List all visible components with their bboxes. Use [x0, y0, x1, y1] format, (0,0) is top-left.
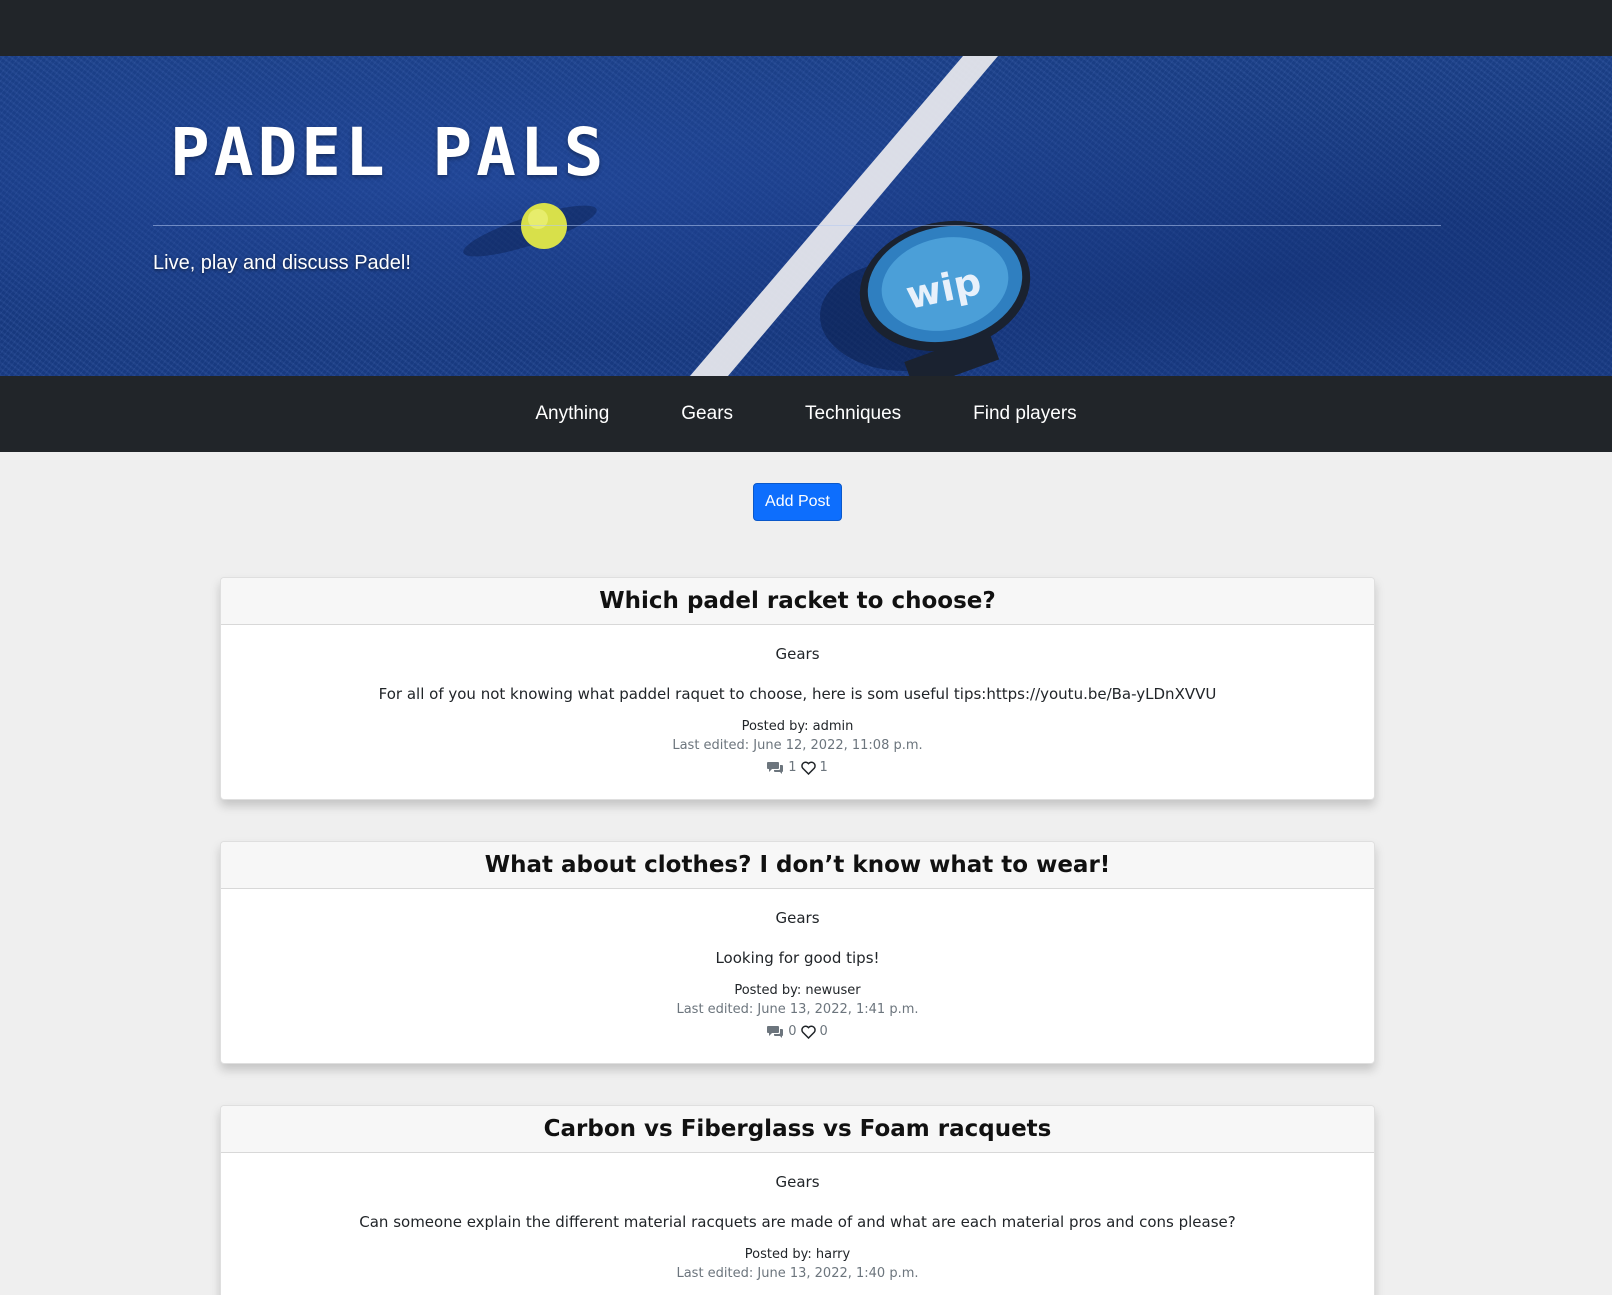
post-stats: 1 1	[221, 758, 1374, 778]
padel-court-image: wip	[463, 56, 1031, 376]
post-content: For all of you not knowing what paddel r…	[378, 685, 1217, 703]
like-count: 0	[819, 1024, 828, 1039]
post-body: Gears For all of you not knowing what pa…	[221, 625, 1374, 796]
nav-item-gears[interactable]: Gears	[681, 403, 733, 425]
category-nav: Anything Gears Techniques Find players	[0, 376, 1612, 452]
site-tagline: Live, play and discuss Padel!	[153, 252, 411, 274]
post-last-edited: Last edited: June 12, 2022, 11:08 p.m.	[672, 738, 923, 753]
post-title[interactable]: Which padel racket to choose?	[599, 588, 995, 614]
post-card[interactable]: Carbon vs Fiberglass vs Foam racquets Ge…	[220, 1105, 1375, 1295]
post-card[interactable]: What about clothes? I don’t know what to…	[220, 841, 1375, 1064]
post-category: Gears	[775, 645, 820, 663]
post-stats: 0 0	[221, 1022, 1374, 1042]
post-header: Carbon vs Fiberglass vs Foam racquets	[221, 1106, 1374, 1153]
hero-banner: wip PADEL PALS Live, play and discuss Pa…	[0, 56, 1612, 376]
nav-item-find-players[interactable]: Find players	[973, 403, 1077, 425]
hero-divider	[153, 225, 1441, 226]
comments-icon	[767, 1025, 784, 1039]
post-body: Gears Can someone explain the different …	[221, 1153, 1374, 1295]
post-header: What about clothes? I don’t know what to…	[221, 842, 1374, 889]
post-category: Gears	[775, 909, 820, 927]
post-header: Which padel racket to choose?	[221, 578, 1374, 625]
post-content: Can someone explain the different materi…	[359, 1213, 1236, 1231]
like-count: 1	[819, 760, 828, 775]
site-title: PADEL PALS	[170, 114, 608, 191]
heart-icon[interactable]	[800, 761, 816, 775]
post-title[interactable]: What about clothes? I don’t know what to…	[485, 852, 1111, 878]
post-title[interactable]: Carbon vs Fiberglass vs Foam racquets	[544, 1116, 1052, 1142]
nav-item-anything[interactable]: Anything	[535, 403, 609, 425]
post-author: Posted by: admin	[741, 719, 854, 734]
post-category: Gears	[775, 1173, 820, 1191]
comments-icon	[767, 761, 784, 775]
comment-count: 0	[788, 1024, 797, 1039]
comment-count: 1	[788, 760, 797, 775]
heart-icon[interactable]	[800, 1025, 816, 1039]
post-last-edited: Last edited: June 13, 2022, 1:41 p.m.	[676, 1002, 919, 1017]
post-content: Looking for good tips!	[715, 949, 880, 967]
top-bar	[0, 0, 1612, 56]
post-author: Posted by: harry	[744, 1247, 851, 1262]
add-post-button[interactable]: Add Post	[753, 483, 842, 521]
nav-item-techniques[interactable]: Techniques	[805, 403, 901, 425]
post-card[interactable]: Which padel racket to choose? Gears For …	[220, 577, 1375, 800]
post-last-edited: Last edited: June 13, 2022, 1:40 p.m.	[676, 1266, 919, 1281]
post-body: Gears Looking for good tips! Posted by: …	[221, 889, 1374, 1060]
post-author: Posted by: newuser	[734, 983, 861, 998]
